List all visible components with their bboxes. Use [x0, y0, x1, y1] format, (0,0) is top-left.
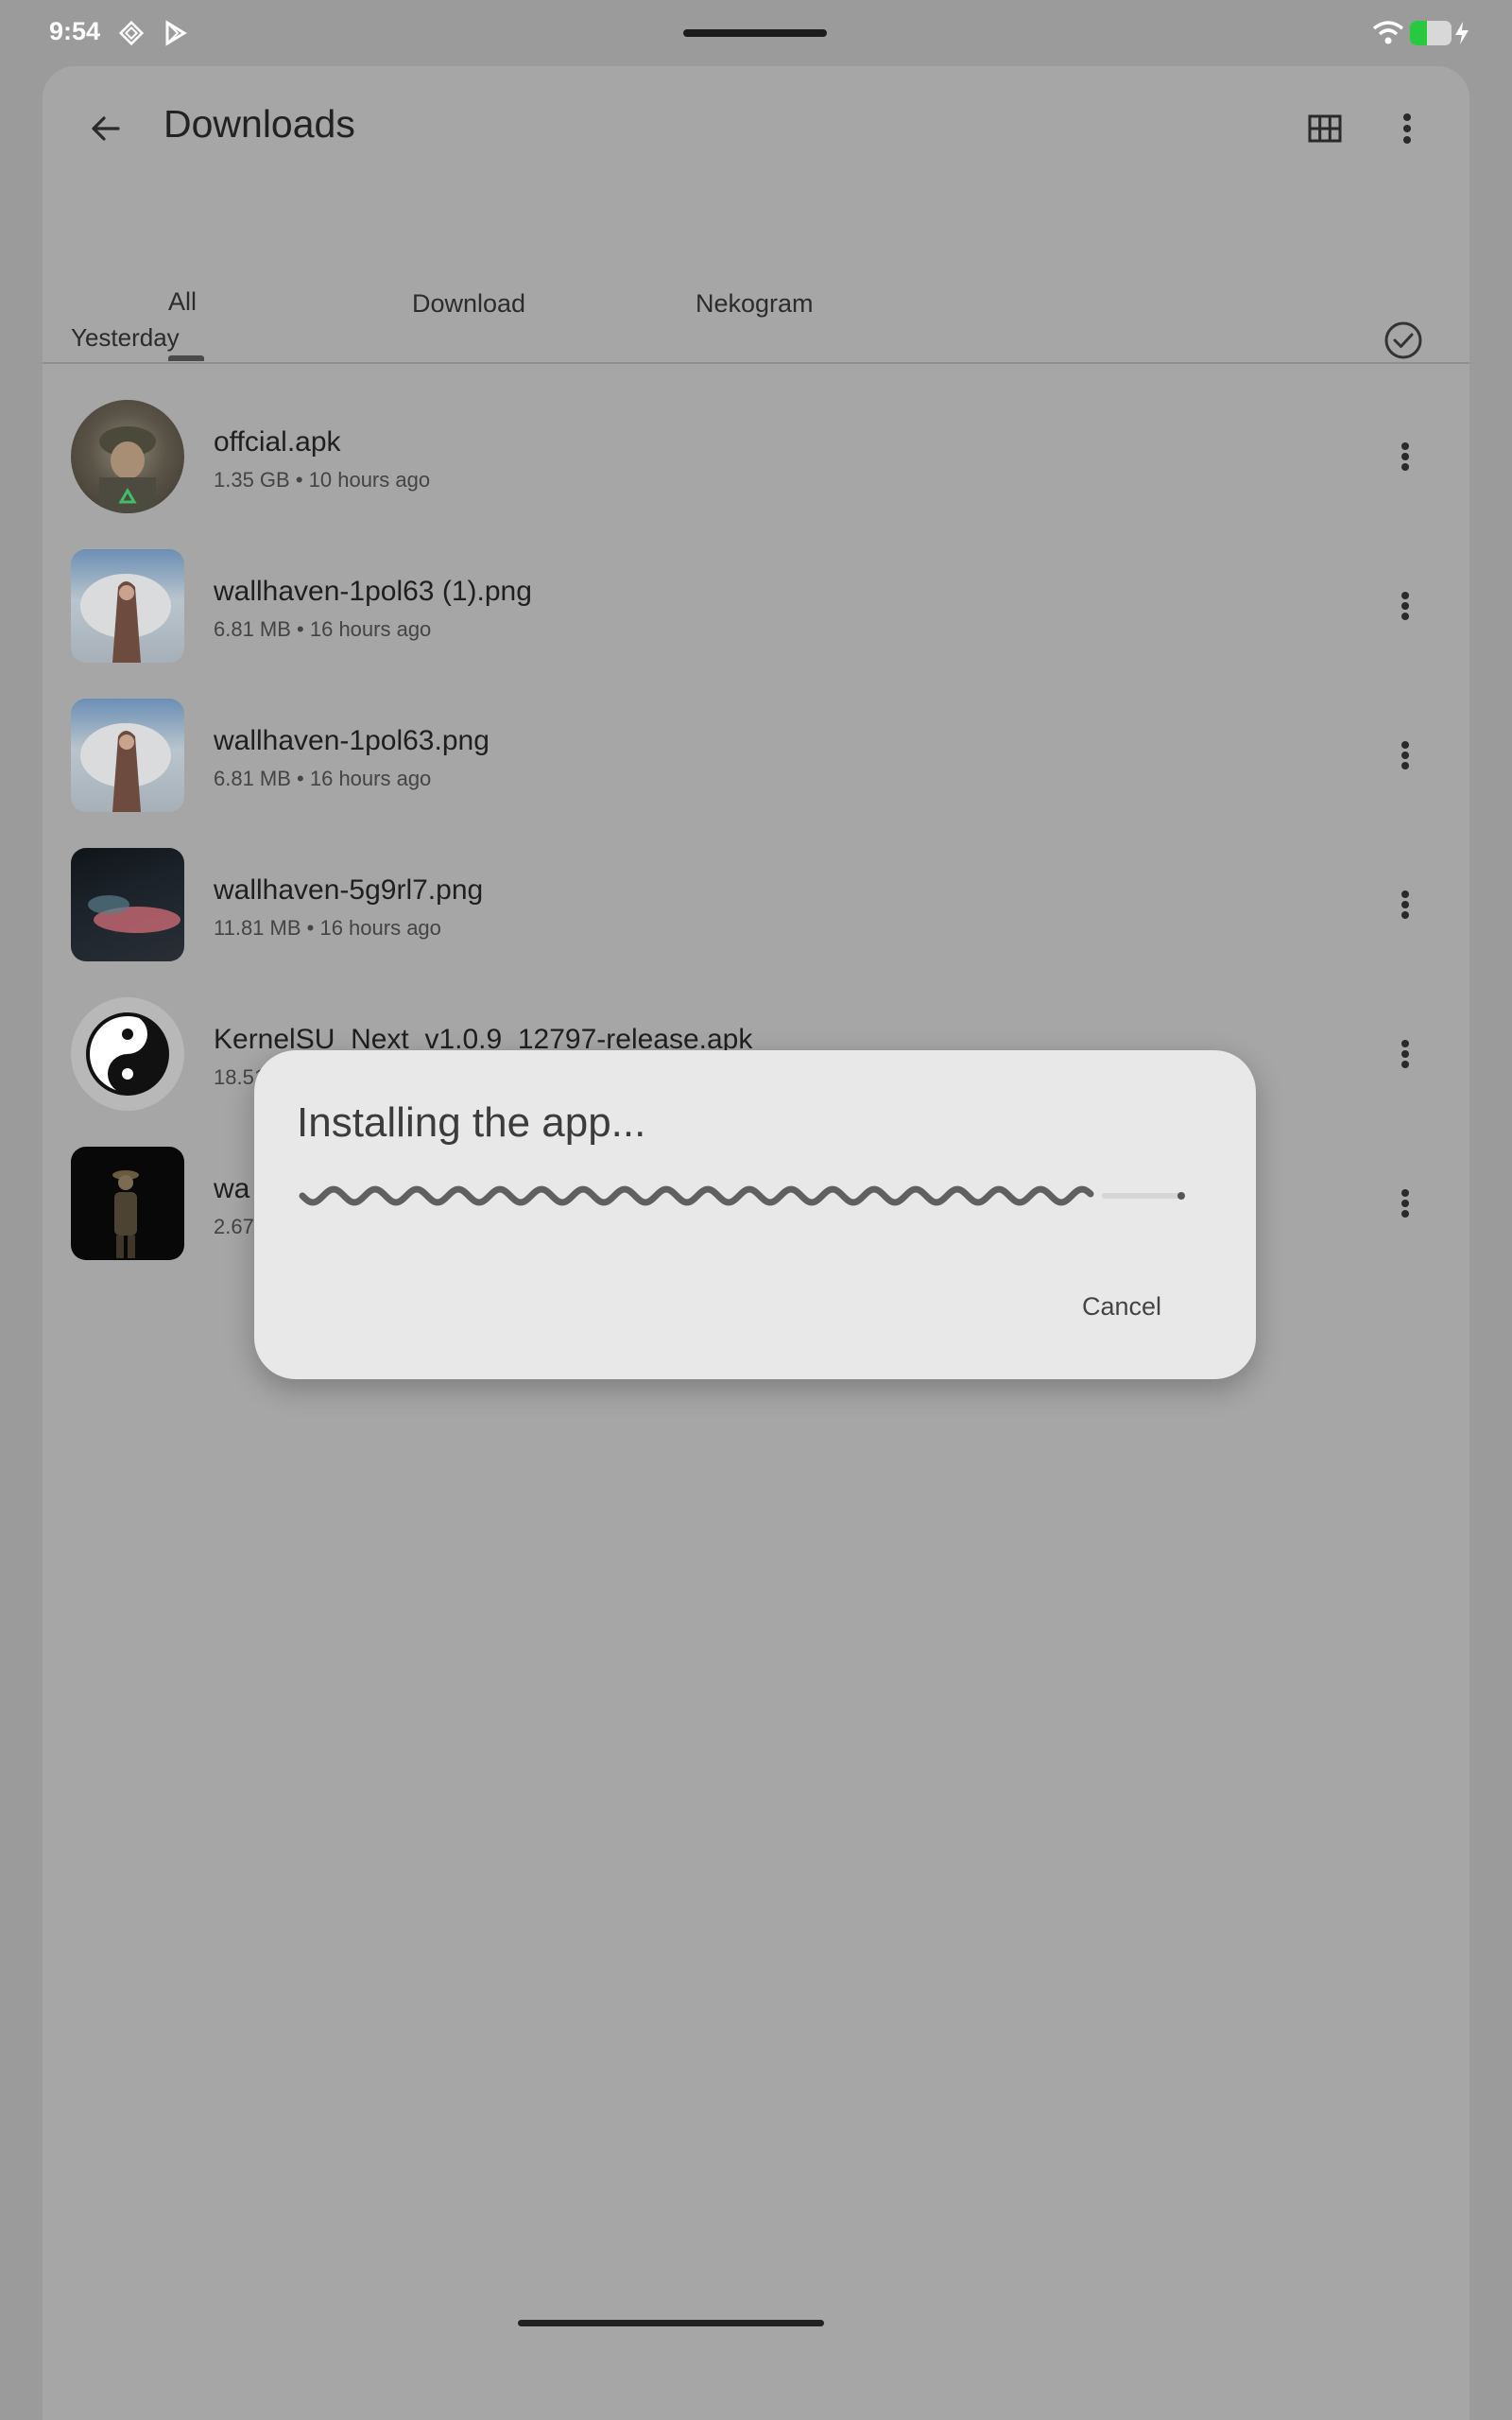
status-bar: 9:54: [0, 0, 1512, 66]
more-vert-icon: [1401, 592, 1409, 620]
file-thumbnail: [71, 1147, 184, 1260]
file-more-button[interactable]: [1377, 727, 1434, 784]
progress-end-dot: [1177, 1192, 1185, 1200]
file-thumbnail: [71, 699, 184, 812]
cancel-button[interactable]: Cancel: [1082, 1292, 1161, 1322]
tab-download[interactable]: Download: [412, 289, 525, 319]
tab-nekogram[interactable]: Nekogram: [696, 289, 814, 319]
more-vert-icon: [1401, 442, 1409, 471]
file-meta: 2.67: [214, 1215, 254, 1238]
file-more-button[interactable]: [1377, 1026, 1434, 1082]
file-name: wa: [214, 1173, 250, 1204]
file-more-button[interactable]: [1377, 428, 1434, 485]
page-title: Downloads: [163, 102, 355, 146]
charging-icon: [1455, 22, 1469, 44]
app-bar: Downloads: [43, 66, 1469, 189]
camera-notch-bar: [683, 29, 827, 37]
list-item[interactable]: offcial.apk 1.35 GB • 10 hours ago: [43, 400, 1469, 549]
file-name: wallhaven-1pol63 (1).png: [214, 576, 532, 607]
section-header: Yesterday: [71, 323, 180, 352]
battery-icon: [1410, 21, 1452, 45]
status-time: 9:54: [49, 17, 101, 45]
back-button[interactable]: [77, 100, 134, 157]
file-thumbnail: [71, 549, 184, 663]
more-vert-icon: [1401, 741, 1409, 769]
list-item[interactable]: wallhaven-5g9rl7.png 11.81 MB • 16 hours…: [43, 848, 1469, 997]
gesture-nav-bar[interactable]: [518, 2320, 824, 2326]
install-dialog: Installing the app... Cancel: [254, 1050, 1256, 1379]
wifi-icon: [1372, 21, 1404, 44]
back-arrow-icon: [92, 116, 120, 141]
file-thumbnail: [71, 997, 184, 1111]
more-vert-icon: [1403, 113, 1411, 144]
file-name: offcial.apk: [214, 426, 341, 458]
tab-indicator: [168, 355, 204, 361]
progress-wave: [299, 1185, 1094, 1206]
list-item[interactable]: wallhaven-1pol63.png 6.81 MB • 16 hours …: [43, 699, 1469, 848]
grid-view-icon: [1308, 114, 1342, 143]
battery-level-fill: [1410, 21, 1427, 45]
file-meta: 6.81 MB • 16 hours ago: [214, 767, 432, 790]
file-more-button[interactable]: [1377, 578, 1434, 634]
wavy-progress-indicator: [299, 1185, 1185, 1206]
more-vert-icon: [1401, 890, 1409, 919]
file-meta: 1.35 GB • 10 hours ago: [214, 468, 431, 492]
grid-view-button[interactable]: [1297, 100, 1353, 157]
file-meta: 11.81 MB • 16 hours ago: [214, 916, 441, 940]
file-thumbnail: [71, 848, 184, 961]
list-item[interactable]: wallhaven-1pol63 (1).png 6.81 MB • 16 ho…: [43, 549, 1469, 699]
notification-diamond-icon: [118, 20, 145, 46]
yin-yang-icon: [86, 1012, 169, 1096]
select-all-check-icon[interactable]: [1383, 320, 1424, 361]
more-vert-icon: [1401, 1040, 1409, 1068]
tab-bar: All Download Nekogram: [43, 227, 1469, 364]
file-name: wallhaven-1pol63.png: [214, 725, 490, 756]
dialog-title: Installing the app...: [297, 1099, 646, 1146]
tab-all[interactable]: All: [168, 287, 197, 317]
play-store-icon: [165, 20, 187, 46]
more-vert-icon: [1401, 1189, 1409, 1218]
file-more-button[interactable]: [1377, 1175, 1434, 1232]
file-thumbnail: [71, 400, 184, 513]
file-meta: 6.81 MB • 16 hours ago: [214, 617, 432, 641]
file-name: wallhaven-5g9rl7.png: [214, 874, 484, 906]
file-more-button[interactable]: [1377, 876, 1434, 933]
more-options-button[interactable]: [1379, 100, 1435, 157]
